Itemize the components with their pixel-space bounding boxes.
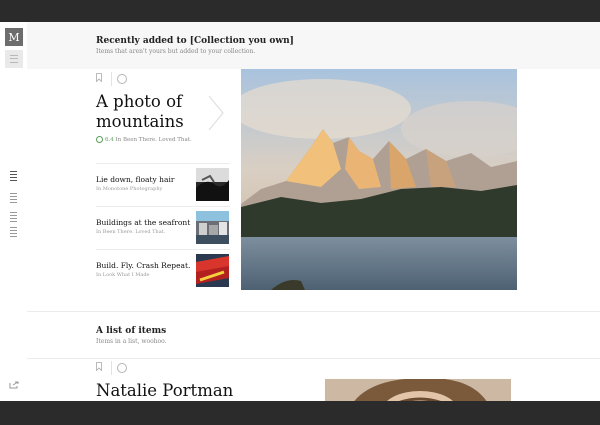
list-item-title[interactable]: Build. Fly. Crash Repeat.	[96, 261, 190, 270]
toolbar-divider	[111, 361, 112, 375]
list-header: A list of items Items in a list, woohoo.	[27, 311, 600, 359]
list-item[interactable]: Lie down, floaty hair In Monotone Photog…	[96, 163, 230, 206]
bookmark-icon[interactable]	[96, 362, 102, 371]
toolbar-divider	[111, 72, 112, 86]
list-item-title[interactable]: Buildings at the seafront	[96, 218, 190, 227]
post-title[interactable]: A photo of mountains	[96, 92, 206, 132]
list-title[interactable]: A list of items	[96, 326, 166, 336]
page-indicator-active[interactable]	[10, 171, 17, 183]
thumbnail-image[interactable]	[196, 211, 229, 244]
collection-subtitle: Items that aren't yours but added to you…	[96, 48, 256, 55]
circle-icon[interactable]	[117, 363, 127, 373]
related-posts: Lie down, floaty hair In Monotone Photog…	[96, 163, 230, 292]
list-item-meta: In Look What I Made	[96, 272, 150, 278]
collection-header: Recently added to [Collection you own] I…	[27, 22, 600, 70]
meta-collection-link[interactable]: Been There. Loved That.	[123, 137, 192, 143]
list-subtitle: Items in a list, woohoo.	[96, 338, 167, 345]
app-screen: M Recently added to [Collection you own]…	[0, 22, 600, 401]
post-meta: 6.4 In Been There. Loved That.	[96, 136, 192, 143]
menu-icon[interactable]	[5, 50, 23, 68]
thumbnail-image[interactable]	[196, 254, 229, 287]
score-icon	[96, 136, 103, 143]
portrait-image[interactable]	[325, 379, 511, 401]
left-rail: M	[0, 22, 27, 401]
thumbnail-image[interactable]	[196, 168, 229, 201]
list-item-meta: In Been There. Loved That.	[96, 229, 166, 235]
next-post: Natalie Portman	[27, 358, 600, 401]
featured-post: A photo of mountains 6.4 In Been There. …	[27, 69, 600, 311]
page-indicator[interactable]	[10, 193, 17, 203]
window-top-bar	[0, 0, 600, 22]
score-value: 6.4	[105, 137, 114, 143]
m-logo-icon[interactable]: M	[5, 28, 23, 46]
list-item[interactable]: Buildings at the seafront In Been There.…	[96, 206, 230, 249]
collection-title[interactable]: Recently added to [Collection you own]	[96, 36, 294, 46]
hero-image[interactable]	[241, 69, 517, 290]
list-item-meta: In Monotone Photography	[96, 186, 163, 192]
post-title[interactable]: Natalie Portman	[96, 381, 296, 401]
bookmark-icon[interactable]	[96, 73, 102, 82]
page-indicator[interactable]	[10, 227, 17, 237]
list-item-title[interactable]: Lie down, floaty hair	[96, 175, 174, 184]
meta-prefix: In	[115, 137, 122, 143]
page-indicator[interactable]	[10, 212, 17, 222]
list-item[interactable]: Build. Fly. Crash Repeat. In Look What I…	[96, 249, 230, 292]
share-icon[interactable]	[9, 381, 19, 389]
circle-icon[interactable]	[117, 74, 127, 84]
chevron-right-icon[interactable]	[207, 95, 225, 131]
window-bottom-bar	[0, 401, 600, 425]
